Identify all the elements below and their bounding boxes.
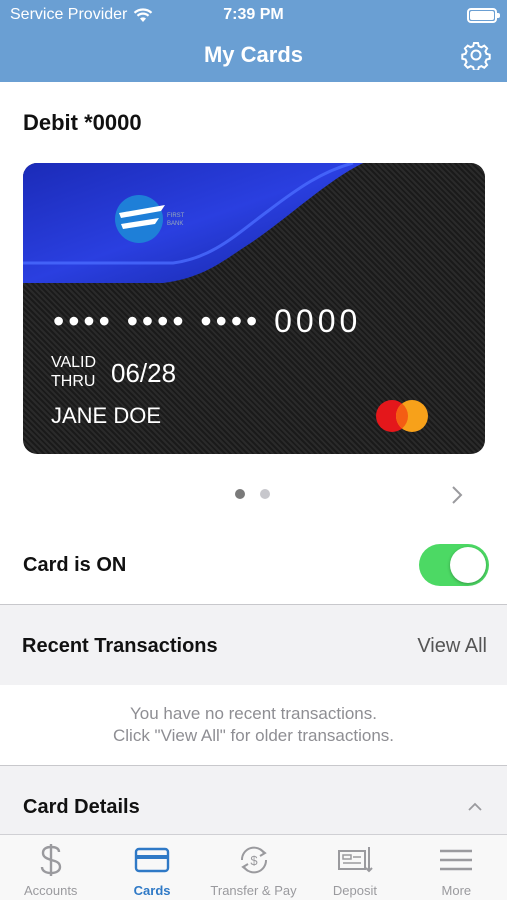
menu-icon xyxy=(440,849,473,871)
svg-text:FIRST: FIRST xyxy=(167,213,185,219)
valid-thru-label: VALID THRU xyxy=(51,354,97,390)
chevron-right-icon[interactable] xyxy=(450,484,464,506)
pager-dot-active[interactable] xyxy=(235,489,245,499)
tab-label: Cards xyxy=(133,883,171,898)
toggle-knob xyxy=(450,547,486,583)
card-on-toggle[interactable] xyxy=(419,544,489,586)
status-bar: Service Provider 7:39 PM xyxy=(0,0,507,30)
page-title: My Cards xyxy=(203,42,304,67)
debit-card-image[interactable]: FIRST BANK •••• •••• •••• 0000 VALID THR… xyxy=(23,163,485,454)
card-expiry: 06/28 xyxy=(111,358,177,388)
recent-transactions-empty: You have no recent transactions. Click "… xyxy=(0,685,507,765)
card-number: •••• •••• •••• 0000 xyxy=(53,303,362,339)
dollar-icon xyxy=(40,844,61,876)
status-time: 7:39 PM xyxy=(223,6,284,23)
card-title: Debit *0000 xyxy=(23,110,142,135)
tab-label: More xyxy=(441,883,472,898)
card-icon xyxy=(134,847,170,873)
card-holder-name: JANE DOE xyxy=(51,403,162,428)
card-status-label: Card is ON xyxy=(23,554,127,576)
empty-message-line2: Click "View All" for older transactions. xyxy=(112,726,395,745)
svg-text:$: $ xyxy=(250,853,258,868)
view-all-link[interactable]: View All xyxy=(417,635,487,658)
transfer-icon: $ xyxy=(240,846,267,874)
mastercard-logo xyxy=(376,400,428,432)
empty-message-line1: You have no recent transactions. xyxy=(130,704,377,723)
deposit-check-icon xyxy=(337,847,373,873)
pager-dot[interactable] xyxy=(260,489,270,499)
card-pager[interactable] xyxy=(235,489,270,499)
tab-cards[interactable]: Cards xyxy=(101,835,202,900)
svg-text:BANK: BANK xyxy=(167,221,183,227)
tab-more[interactable]: More xyxy=(406,835,507,900)
gear-icon[interactable] xyxy=(461,40,491,70)
nav-header: Service Provider 7:39 PM My Cards xyxy=(0,0,507,82)
card-details-section[interactable]: Card Details xyxy=(0,766,507,834)
battery-icon xyxy=(467,8,500,23)
tab-label: Accounts xyxy=(23,883,78,898)
chevron-up-icon[interactable] xyxy=(467,802,483,812)
card-status-row: Card is ON xyxy=(0,528,507,604)
tab-bar: Accounts Cards $ Transfer & Pay Deposit xyxy=(0,834,507,900)
bank-logo: FIRST BANK xyxy=(115,195,185,243)
tab-label: Transfer & Pay xyxy=(210,883,297,898)
tab-deposit[interactable]: Deposit xyxy=(304,835,405,900)
tab-transfer-pay[interactable]: $ Transfer & Pay xyxy=(203,835,304,900)
tab-accounts[interactable]: Accounts xyxy=(0,835,101,900)
recent-transactions-header: Recent Transactions View All xyxy=(0,605,507,685)
tab-label: Deposit xyxy=(332,883,377,898)
card-details-title: Card Details xyxy=(23,796,140,818)
recent-transactions-title: Recent Transactions xyxy=(22,635,218,657)
